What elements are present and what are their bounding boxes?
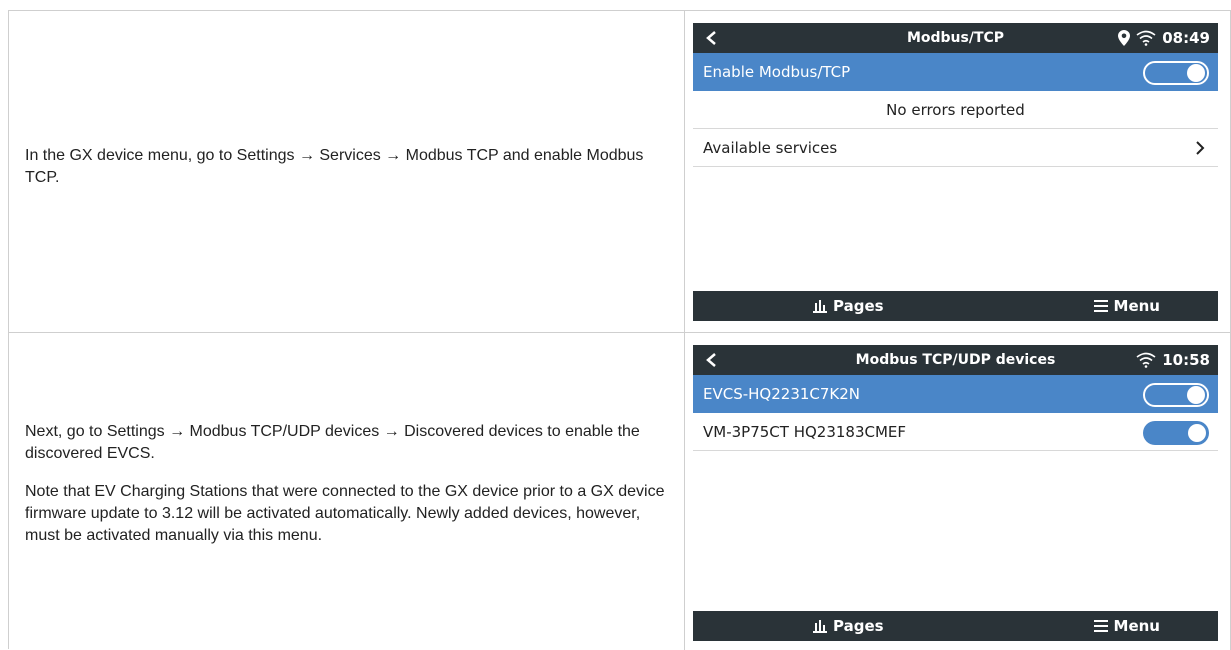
instruction-cell: In the GX device menu, go to Settings → … bbox=[9, 11, 685, 332]
instruction-text: In the GX device menu, go to Settings → … bbox=[25, 147, 644, 186]
menu-button[interactable]: Menu bbox=[1093, 297, 1160, 315]
menu-label: Menu bbox=[1113, 297, 1160, 315]
toggle-knob bbox=[1187, 386, 1205, 404]
hamburger-icon bbox=[1093, 620, 1108, 632]
status-area: 08:49 bbox=[1118, 28, 1210, 48]
list-item-enable-modbus[interactable]: Enable Modbus/TCP bbox=[693, 53, 1218, 91]
pages-label: Pages bbox=[833, 617, 884, 635]
instruction-cell: Next, go to Settings → Modbus TCP/UDP de… bbox=[9, 333, 685, 650]
list-item-label: VM-3P75CT HQ23183CMEF bbox=[703, 423, 907, 441]
evcs-enable-toggle[interactable] bbox=[1143, 383, 1209, 407]
bar-chart-icon bbox=[813, 300, 827, 313]
enable-modbus-toggle[interactable] bbox=[1143, 61, 1209, 85]
toggle-knob bbox=[1187, 64, 1205, 82]
list-item-label: Available services bbox=[703, 139, 838, 157]
note-text: Note that EV Charging Stations that were… bbox=[25, 483, 665, 544]
status-area: 10:58 bbox=[1136, 350, 1210, 370]
list-item-vm-device[interactable]: VM-3P75CT HQ23183CMEF bbox=[693, 413, 1218, 451]
menu-label: Menu bbox=[1113, 617, 1160, 635]
clock: 08:49 bbox=[1162, 29, 1210, 47]
vm-enable-toggle[interactable] bbox=[1143, 421, 1209, 445]
screenshot-cell: Modbus/TCP 08:49 Enable Modbus/TCP No er… bbox=[685, 11, 1231, 332]
menu-button[interactable]: Menu bbox=[1093, 617, 1160, 635]
instruction-table: In the GX device menu, go to Settings → … bbox=[8, 10, 1231, 650]
list-item-label: EVCS-HQ2231C7K2N bbox=[703, 385, 861, 403]
chevron-right-icon bbox=[1196, 141, 1205, 155]
pages-label: Pages bbox=[833, 297, 884, 315]
toggle-knob bbox=[1188, 424, 1206, 442]
screenshot-cell: Modbus TCP/UDP devices 10:58 EVCS-HQ2231… bbox=[685, 333, 1231, 650]
pages-button[interactable]: Pages bbox=[813, 297, 884, 315]
pages-button[interactable]: Pages bbox=[813, 617, 884, 635]
gx-screen-modbus-devices: Modbus TCP/UDP devices 10:58 EVCS-HQ2231… bbox=[693, 345, 1218, 641]
list-item-status: No errors reported bbox=[693, 91, 1218, 129]
clock: 10:58 bbox=[1162, 351, 1210, 369]
instruction-text: Next, go to Settings → Modbus TCP/UDP de… bbox=[25, 423, 640, 462]
gx-screen-modbus-tcp: Modbus/TCP 08:49 Enable Modbus/TCP No er… bbox=[693, 23, 1218, 321]
top-bar: Modbus TCP/UDP devices 10:58 bbox=[693, 345, 1218, 375]
list-item-evcs-device[interactable]: EVCS-HQ2231C7K2N bbox=[693, 375, 1218, 413]
bottom-bar: Pages Menu bbox=[693, 611, 1218, 641]
bar-chart-icon bbox=[813, 620, 827, 633]
top-bar: Modbus/TCP 08:49 bbox=[693, 23, 1218, 53]
list-item-label: Enable Modbus/TCP bbox=[703, 63, 851, 81]
bottom-bar: Pages Menu bbox=[693, 291, 1218, 321]
hamburger-icon bbox=[1093, 300, 1108, 312]
location-pin-icon bbox=[1118, 30, 1131, 46]
table-row: Next, go to Settings → Modbus TCP/UDP de… bbox=[9, 333, 1231, 650]
list-item-available-services[interactable]: Available services bbox=[693, 129, 1218, 167]
wifi-icon bbox=[1136, 30, 1156, 46]
wifi-icon bbox=[1136, 352, 1156, 368]
status-text: No errors reported bbox=[886, 101, 1025, 119]
table-row: In the GX device menu, go to Settings → … bbox=[9, 11, 1231, 333]
